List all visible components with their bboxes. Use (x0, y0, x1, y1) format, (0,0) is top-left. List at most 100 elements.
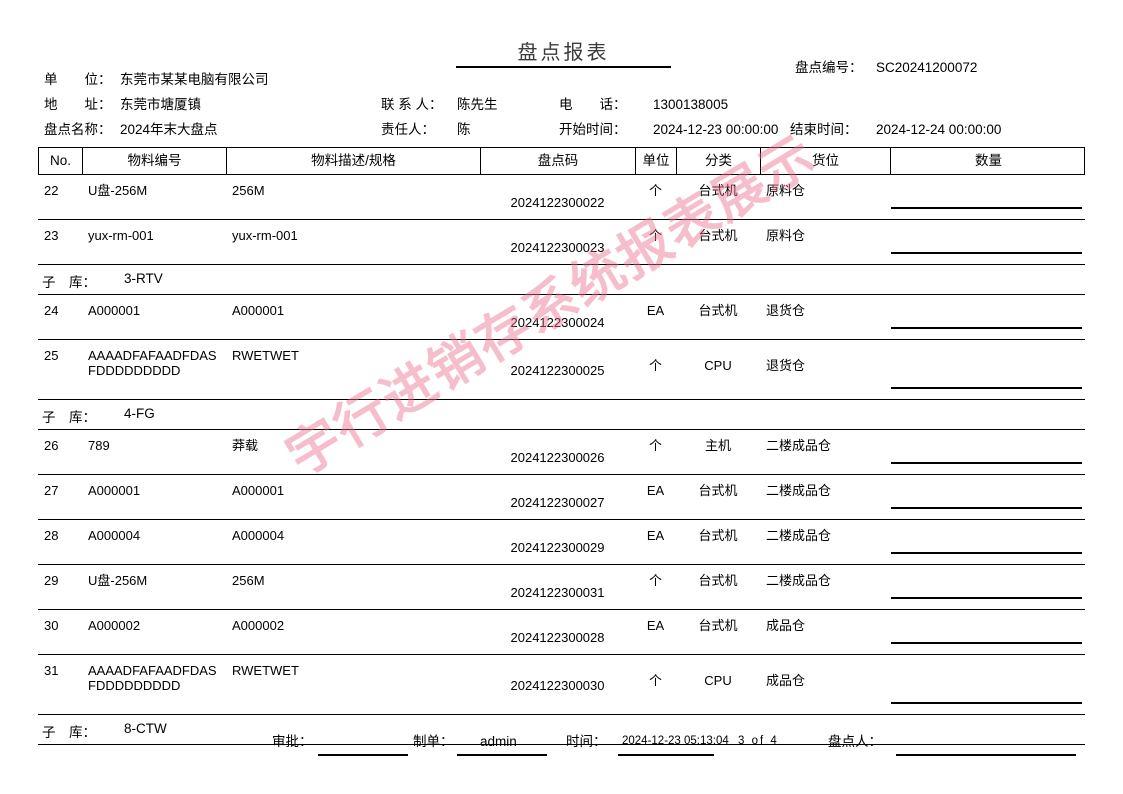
cell-code: AAAADFAFAADFDAS FDDDDDDDDD (88, 348, 217, 378)
qty-write-line (891, 642, 1082, 644)
table-row[interactable]: 23 yux-rm-001 yux-rm-001 2024122300023 个 台式机 原… (38, 220, 1085, 265)
cell-unit: 个 (648, 438, 662, 453)
table-row[interactable]: 22 U盘-256M 256M 2024122300022 个 台式机 原料仓 (38, 175, 1085, 220)
table-row[interactable]: 25 AAAADFAFAADFDAS FDDDDDDDDD RWETWET 20241… (38, 340, 1085, 400)
qty-write-line (891, 327, 1082, 329)
cell-category: 台式机 (698, 618, 738, 633)
qty-write-line (891, 462, 1082, 464)
column-header-code: 物料编号 (83, 148, 227, 174)
table-row[interactable]: 26 789 莽载 2024122300026 个 主机 二楼成品仓 (38, 430, 1085, 475)
end-time-value: 2024-12-24 00:00:00 (876, 122, 1002, 137)
column-header-qty: 数量 (975, 153, 1002, 168)
table-row[interactable]: 30 A000002 A000002 2024122300028 EA 台式机 成品仓 (38, 610, 1085, 655)
cell-code: A000004 (88, 528, 141, 543)
page-title: 盘点报表 (517, 42, 610, 64)
inventory-table: No. 物料编号 物料描述/规格 盘点码 单位 分类 货位 数量 22 U盘-256M 256M 2… (38, 147, 1085, 745)
maker-label: 制单： (413, 734, 454, 749)
cell-no: 28 (44, 528, 59, 543)
cell-code: A000001 (88, 483, 141, 498)
cell-category: 台式机 (698, 303, 738, 318)
column-header-desc: 物料描述/规格 (227, 148, 481, 174)
cell-unit: 个 (648, 228, 662, 243)
sub-warehouse-row: 子 库： 4-FG (38, 400, 1085, 430)
cell-location: 二楼成品仓 (766, 483, 832, 498)
cell-location: 二楼成品仓 (766, 528, 832, 543)
column-header-no: No. (39, 148, 83, 174)
company-label: 单 位： (44, 72, 112, 87)
title-underline (456, 66, 671, 68)
contact-value: 陈先生 (457, 97, 498, 112)
cell-no: 25 (44, 348, 59, 363)
qty-write-line (891, 207, 1082, 209)
address-value: 东莞市塘厦镇 (120, 97, 201, 112)
company-value: 东莞市某某电脑有限公司 (120, 72, 269, 87)
cell-unit: EA (646, 528, 665, 543)
qty-write-line (891, 387, 1082, 389)
cell-code: U盘-256M (88, 573, 148, 588)
cell-code: A000002 (88, 618, 141, 633)
sub-warehouse-value: 3-RTV (124, 271, 163, 286)
time-line (618, 754, 714, 756)
cell-location: 成品仓 (766, 673, 806, 688)
cell-no: 24 (44, 303, 59, 318)
cell-barcode: 2024122300023 (510, 240, 605, 255)
cell-unit: EA (646, 303, 665, 318)
cell-barcode: 2024122300027 (510, 495, 605, 510)
column-header-category: 分类 (677, 148, 761, 174)
table-row[interactable]: 31 AAAADFAFAADFDAS FDDDDDDDDD RWETWET 20241… (38, 655, 1085, 715)
cell-code: 789 (88, 438, 110, 453)
phone-value: 1300138005 (653, 97, 729, 112)
qty-write-line (891, 252, 1082, 254)
cell-no: 31 (44, 663, 59, 678)
cell-barcode: 2024122300029 (510, 540, 605, 555)
sub-warehouse-label: 子 库： (42, 410, 96, 425)
sub-warehouse-row: 子 库： 3-RTV (38, 265, 1085, 295)
table-row[interactable]: 27 A000001 A000001 2024122300027 EA 台式机 二楼成品仓 (38, 475, 1085, 520)
qty-write-line (891, 597, 1082, 599)
cell-barcode: 2024122300028 (510, 630, 605, 645)
table-row[interactable]: 24 A000001 A000001 2024122300024 EA 台式机 退货仓 (38, 295, 1085, 340)
address-label: 地 址： (44, 97, 112, 112)
approver-line (318, 754, 408, 756)
cell-unit: 个 (648, 358, 662, 373)
cell-barcode: 2024122300031 (510, 585, 605, 600)
sub-warehouse-label: 子 库： (42, 275, 96, 290)
table-header-row: No. 物料编号 物料描述/规格 盘点码 单位 分类 货位 数量 (38, 147, 1085, 175)
qty-write-line (891, 552, 1082, 554)
cell-category: 台式机 (698, 183, 738, 198)
report-footer: 审批： 制单： admin 时间： 2024-12-23 05:13:04 3 … (0, 728, 1123, 758)
cell-barcode: 2024122300025 (510, 363, 605, 378)
time-value: 2024-12-23 05:13:04 (622, 735, 729, 747)
cell-location: 原料仓 (766, 183, 806, 198)
cell-barcode: 2024122300024 (510, 315, 605, 330)
cell-desc: 莽载 (232, 438, 259, 453)
cell-barcode: 2024122300026 (510, 450, 605, 465)
cell-category: CPU (704, 358, 732, 373)
cell-unit: EA (646, 483, 665, 498)
column-header-location: 货位 (761, 148, 891, 174)
end-time-label: 结束时间： (790, 122, 858, 137)
table-row[interactable]: 28 A000004 A000004 2024122300029 EA 台式机 二楼成品仓 (38, 520, 1085, 565)
cell-unit: 个 (648, 673, 662, 688)
cell-code: AAAADFAFAADFDAS FDDDDDDDDD (88, 663, 217, 693)
table-body: 22 U盘-256M 256M 2024122300022 个台式机 原料仓 23 yux-r… (38, 175, 1085, 745)
column-header-unit: 单位 (636, 148, 677, 174)
cell-unit: 个 (648, 183, 662, 198)
column-header-barcode: 盘点码 (481, 148, 636, 174)
start-time-value: 2024-12-23 00:00:00 (653, 122, 779, 137)
cell-desc: yux-rm-001 (232, 228, 298, 243)
cell-desc: A000001 (232, 483, 285, 498)
plan-name-value: 2024年末大盘点 (120, 122, 218, 137)
cell-unit: 个 (648, 573, 662, 588)
contact-label: 联 系 人： (381, 97, 443, 112)
cell-category: 台式机 (698, 528, 738, 543)
cell-location: 原料仓 (766, 228, 806, 243)
cell-desc: A000004 (232, 528, 285, 543)
doc-no-label: 盘点编号： (795, 60, 863, 75)
cell-location: 二楼成品仓 (766, 438, 832, 453)
cell-no: 27 (44, 483, 59, 498)
page-number: 3 of 4 (738, 735, 779, 747)
cell-unit: EA (646, 618, 665, 633)
table-row[interactable]: 29 U盘-256M 256M 2024122300031 个 台式机 二楼成品仓 (38, 565, 1085, 610)
cell-desc: A000001 (232, 303, 285, 318)
